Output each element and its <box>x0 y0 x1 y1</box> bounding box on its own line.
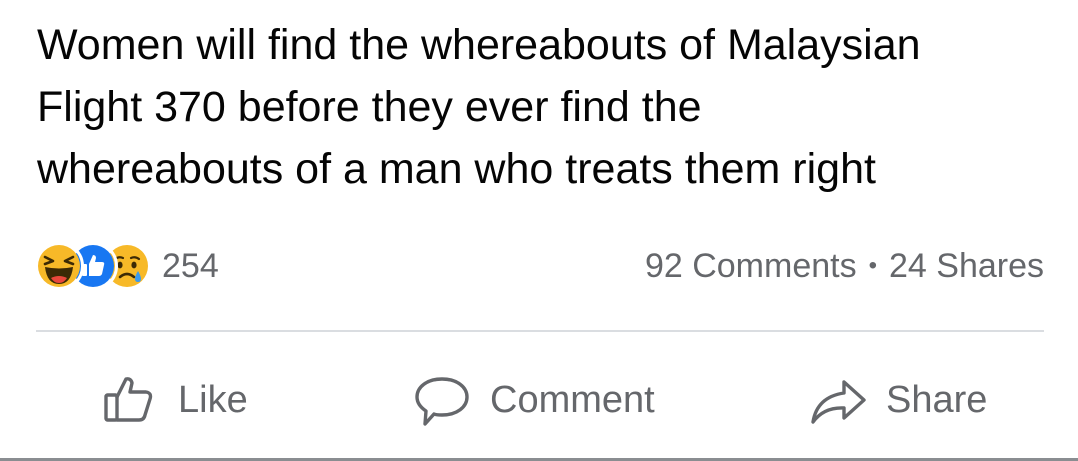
reaction-count: 254 <box>162 246 219 285</box>
share-label: Share <box>886 378 988 421</box>
like-button[interactable]: Like <box>100 362 248 438</box>
shares-count-link[interactable]: 24 Shares <box>889 247 1044 286</box>
divider <box>36 330 1044 332</box>
share-arrow-icon <box>808 370 868 430</box>
post-stats-row: 254 92 Comments • 24 Shares <box>34 238 1044 294</box>
post-text-line: Women will find the whereabouts of Malay… <box>37 21 921 69</box>
thumbs-up-icon <box>100 370 160 430</box>
action-bar: Like Comment Share <box>0 362 1078 438</box>
comment-button[interactable]: Comment <box>412 362 655 438</box>
post-text-line: Flight 370 before they ever find the <box>37 83 702 131</box>
like-label: Like <box>178 378 248 421</box>
haha-icon <box>34 241 84 291</box>
post-text: Women will find the whereabouts of Malay… <box>37 14 1047 200</box>
comment-label: Comment <box>490 378 655 421</box>
reactions-summary[interactable]: 254 <box>34 238 219 294</box>
comments-count-link[interactable]: 92 Comments <box>645 247 857 286</box>
share-button[interactable]: Share <box>808 362 987 438</box>
separator-dot: • <box>868 252 877 279</box>
post-text-line: whereabouts of a man who treats them rig… <box>37 145 876 193</box>
post-meta: 92 Comments • 24 Shares <box>645 238 1044 294</box>
comment-bubble-icon <box>412 370 472 430</box>
